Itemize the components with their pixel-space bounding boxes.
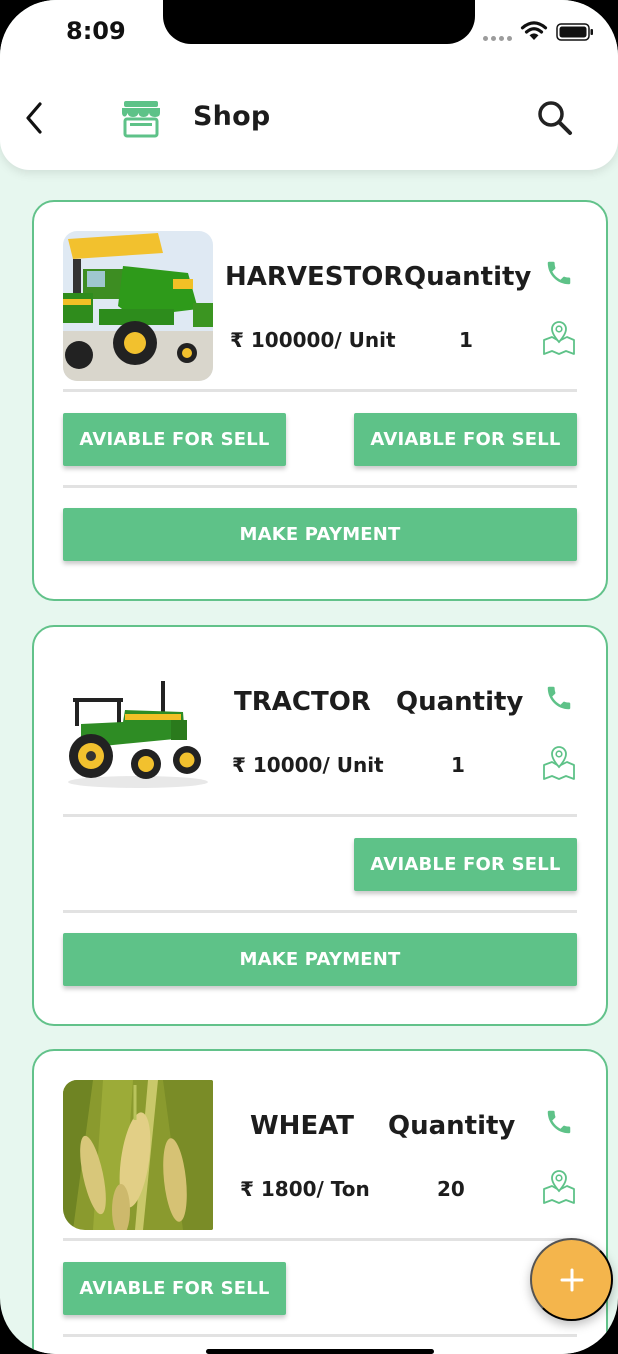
product-name: WHEAT (250, 1111, 355, 1141)
available-for-sell-button[interactable]: AVIABLE FOR SELL (63, 413, 286, 466)
search-icon[interactable] (536, 99, 574, 137)
plus-icon (560, 1268, 583, 1291)
phone-icon[interactable] (544, 258, 574, 288)
quantity-label: Quantity (388, 1111, 516, 1141)
card-divider (63, 485, 577, 488)
make-payment-button[interactable]: MAKE PAYMENT (63, 508, 577, 561)
product-price: ₹ 10000/ Unit (232, 753, 384, 777)
quantity-label: Quantity (404, 262, 532, 292)
cellular-signal-icon (483, 36, 513, 42)
available-for-sell-button[interactable]: AVIABLE FOR SELL (354, 838, 577, 891)
storefront-icon (122, 101, 160, 138)
product-price: ₹ 100000/ Unit (230, 328, 396, 352)
phone-icon[interactable] (544, 1107, 574, 1137)
phone-icon[interactable] (544, 683, 574, 713)
add-product-fab[interactable] (530, 1238, 613, 1321)
map-location-icon[interactable] (540, 1169, 578, 1205)
make-payment-button[interactable]: MAKE PAYMENT (63, 933, 577, 986)
product-card-tractor: TRACTOR Quantity ₹ 10000/ Unit 1 AVIABLE… (32, 625, 608, 1026)
wheat-image (63, 1080, 213, 1230)
product-quantity: 20 (437, 1177, 465, 1201)
product-quantity: 1 (451, 753, 465, 777)
product-price: ₹ 1800/ Ton (240, 1177, 370, 1201)
card-divider (63, 814, 577, 817)
status-time: 8:09 (66, 17, 126, 45)
battery-icon (556, 23, 593, 41)
card-divider (63, 389, 577, 392)
product-quantity: 1 (459, 328, 473, 352)
wifi-icon (520, 21, 548, 40)
home-indicator (206, 1349, 434, 1354)
device-notch (163, 0, 475, 44)
product-card-wheat: WHEAT Quantity ₹ 1800/ Ton 20 AVIABLE FO… (32, 1049, 608, 1354)
map-location-icon[interactable] (540, 320, 578, 356)
product-name: HARVESTOR (225, 262, 404, 292)
card-divider (63, 910, 577, 913)
back-chevron-icon[interactable] (20, 100, 50, 136)
available-for-sell-button[interactable]: AVIABLE FOR SELL (63, 1262, 286, 1315)
card-divider (63, 1334, 577, 1337)
map-location-icon[interactable] (540, 745, 578, 781)
product-name: TRACTOR (234, 687, 371, 717)
quantity-label: Quantity (396, 687, 524, 717)
tractor-image (63, 656, 213, 806)
app-screen: 8:09 Shop HARVESTOR Quantity ₹ 100000/ U… (0, 0, 618, 1354)
harvester-image (63, 231, 213, 381)
product-card-harvestor: HARVESTOR Quantity ₹ 100000/ Unit 1 AVIA… (32, 200, 608, 601)
available-for-sell-button[interactable]: AVIABLE FOR SELL (354, 413, 577, 466)
page-title: Shop (193, 101, 271, 132)
card-divider (63, 1238, 577, 1241)
